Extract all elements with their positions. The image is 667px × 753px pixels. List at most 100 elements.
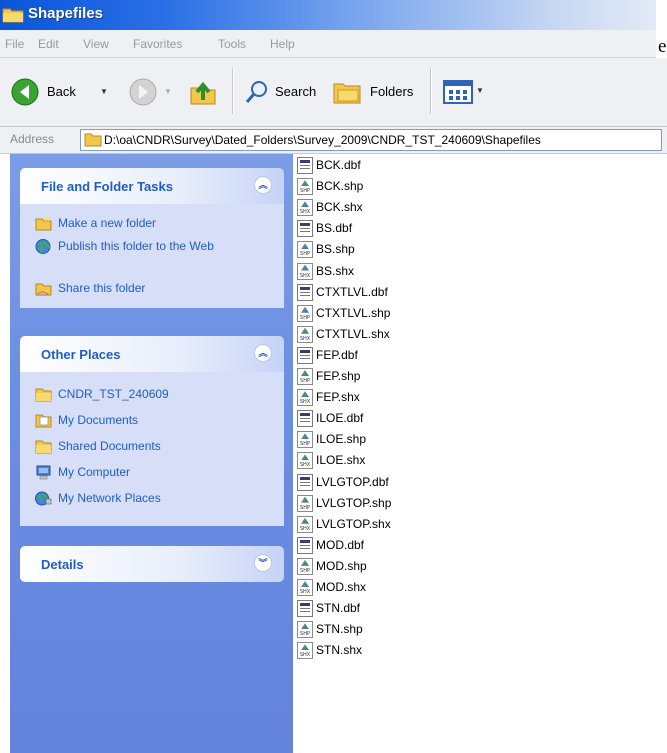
shp-file-icon bbox=[297, 494, 313, 512]
shx-file-icon bbox=[297, 452, 313, 470]
search-icon bbox=[245, 81, 267, 103]
dbf-file-icon bbox=[297, 157, 313, 174]
shp-file-icon bbox=[297, 178, 313, 196]
forward-button[interactable]: ▼ bbox=[128, 77, 178, 107]
file-name: BCK.shp bbox=[316, 179, 364, 194]
globe-icon bbox=[35, 239, 51, 254]
shx-file-icon bbox=[297, 199, 313, 217]
folder-icon bbox=[84, 133, 102, 147]
toolbar-separator bbox=[430, 68, 432, 114]
file-name: CTXTLVL.shp bbox=[316, 305, 391, 320]
shp-file-icon bbox=[297, 621, 313, 639]
shp-file-icon bbox=[297, 557, 313, 575]
share-folder-icon bbox=[35, 283, 52, 296]
address-field[interactable]: D:\oa\CNDR\Survey\Dated_Folders\Survey_2… bbox=[80, 129, 662, 151]
menu-file[interactable]: File bbox=[5, 37, 24, 51]
my-documents-icon bbox=[35, 414, 52, 428]
back-button[interactable]: Back ▼ bbox=[10, 77, 122, 107]
place-label: My Documents bbox=[58, 413, 139, 427]
shx-file-icon bbox=[297, 389, 313, 407]
place-label: CNDR_TST_240609 bbox=[58, 387, 169, 401]
panel-title: File and Folder Tasks bbox=[41, 179, 173, 194]
file-name: FEP.shp bbox=[316, 369, 361, 383]
file-name: MOD.shp bbox=[316, 558, 367, 573]
file-name: BCK.shx bbox=[316, 200, 363, 215]
folder-icon bbox=[35, 388, 52, 402]
file-name: LVLGTOP.shx bbox=[316, 516, 391, 531]
collapse-icon[interactable]: ︽ bbox=[254, 344, 272, 362]
file-name: FEP.shx bbox=[316, 390, 360, 405]
dbf-file-icon bbox=[297, 220, 313, 238]
shp-file-icon bbox=[297, 368, 313, 385]
search-label: Search bbox=[275, 84, 317, 99]
folders-button[interactable]: Folders bbox=[332, 77, 422, 107]
panel-header[interactable]: File and Folder Tasks ︽ bbox=[20, 168, 284, 204]
file-name: MOD.dbf bbox=[316, 537, 365, 552]
dbf-file-icon bbox=[297, 473, 313, 491]
details-panel: Details ︾ bbox=[20, 546, 284, 582]
up-folder-icon[interactable] bbox=[188, 78, 218, 108]
menu-bar: File Edit View Favorites Tools Help bbox=[0, 30, 656, 58]
file-name: LVLGTOP.dbf bbox=[316, 474, 389, 489]
folders-icon bbox=[333, 83, 361, 104]
task-pane: File and Folder Tasks ︽ Make a new folde… bbox=[10, 154, 293, 753]
expand-icon[interactable]: ︾ bbox=[254, 554, 272, 572]
shp-file-icon bbox=[297, 431, 313, 449]
forward-dropdown-icon: ▼ bbox=[164, 87, 172, 96]
search-button[interactable]: Search bbox=[244, 77, 326, 107]
file-name: CTXTLVL.dbf bbox=[316, 284, 388, 299]
shp-file-icon bbox=[297, 304, 313, 322]
address-label: Address bbox=[10, 132, 55, 146]
file-name: BCK.dbf bbox=[316, 158, 361, 172]
address-path: D:\oa\CNDR\Survey\Dated_Folders\Survey_2… bbox=[104, 133, 541, 147]
file-name: STN.shx bbox=[316, 643, 363, 658]
dbf-file-icon bbox=[297, 410, 313, 428]
file-name: LVLGTOP.shp bbox=[316, 495, 392, 510]
collapse-icon[interactable]: ︽ bbox=[254, 176, 272, 194]
place-label: Shared Documents bbox=[58, 439, 161, 453]
views-button[interactable]: ▼ bbox=[443, 80, 491, 104]
task-label: Make a new folder bbox=[58, 216, 157, 230]
file-name: ILOE.shx bbox=[316, 453, 366, 468]
dbf-file-icon bbox=[297, 283, 313, 301]
shx-file-icon bbox=[297, 515, 313, 533]
file-list: BCK.dbf BCK.shp BCK.shx BS.dbf BS.shp BS.shx C… bbox=[293, 154, 667, 753]
other-places-panel: Other Places ︽ CNDR_TST_240609 My Docume… bbox=[20, 336, 284, 526]
file-name: ILOE.shp bbox=[316, 432, 367, 447]
folders-label: Folders bbox=[370, 84, 414, 99]
shx-file-icon bbox=[297, 642, 313, 660]
panel-header[interactable]: Details ︾ bbox=[20, 546, 284, 582]
place-label: My Computer bbox=[58, 465, 131, 479]
address-bar: Address D:\oa\CNDR\Survey\Dated_Folders\… bbox=[0, 127, 667, 154]
task-label: Share this folder bbox=[58, 281, 146, 295]
folder-icon bbox=[35, 440, 52, 454]
shx-file-icon bbox=[297, 325, 313, 343]
views-icon bbox=[443, 80, 473, 104]
menu-tools[interactable]: Tools bbox=[218, 37, 246, 51]
menu-favorites[interactable]: Favorites bbox=[133, 37, 182, 51]
file-folder-tasks-panel: File and Folder Tasks ︽ Make a new folde… bbox=[20, 168, 284, 308]
panel-title: Other Places bbox=[41, 347, 121, 362]
file-name: STN.dbf bbox=[316, 601, 361, 616]
task-label: Publish this folder to the Web bbox=[58, 239, 214, 253]
file-name: BS.dbf bbox=[316, 221, 353, 236]
shp-file-icon bbox=[297, 241, 313, 259]
explorer-window: Shapefiles File Edit View Favorites Tool… bbox=[0, 0, 667, 753]
views-dropdown-icon: ▼ bbox=[476, 86, 484, 95]
panel-body: CNDR_TST_240609 My Documents Shared Docu… bbox=[20, 372, 284, 526]
menu-edit[interactable]: Edit bbox=[38, 37, 59, 51]
toolbar-separator bbox=[232, 68, 234, 114]
back-dropdown-icon[interactable]: ▼ bbox=[100, 87, 108, 96]
computer-icon bbox=[36, 465, 51, 480]
file-name: ILOE.dbf bbox=[316, 411, 364, 426]
menu-view[interactable]: View bbox=[83, 37, 109, 51]
back-arrow-icon bbox=[11, 78, 39, 106]
panel-header[interactable]: Other Places ︽ bbox=[20, 336, 284, 372]
menu-help[interactable]: Help bbox=[270, 37, 295, 51]
title-bar[interactable]: Shapefiles bbox=[0, 0, 656, 30]
folder-icon bbox=[2, 8, 24, 23]
place-label: My Network Places bbox=[58, 491, 161, 505]
panel-title: Details bbox=[41, 557, 84, 572]
dbf-file-icon bbox=[297, 600, 313, 618]
toolbar: Back ▼ ▼ Search Folders ▼ bbox=[0, 58, 667, 127]
